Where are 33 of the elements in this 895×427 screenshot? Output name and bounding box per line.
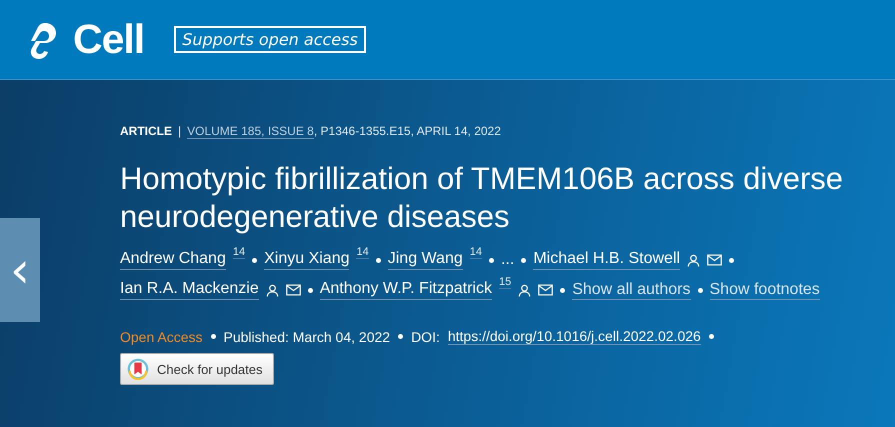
show-link[interactable]: Show all authors xyxy=(572,280,690,300)
issue-link[interactable]: VOLUME 185, ISSUE 8 xyxy=(187,124,314,139)
affiliation-number[interactable]: 14 xyxy=(232,246,246,259)
open-access-label: Open Access xyxy=(120,328,202,344)
author-link[interactable]: Andrew Chang xyxy=(120,250,226,270)
separator: | xyxy=(178,124,182,138)
mail-icon[interactable] xyxy=(286,284,301,296)
show-link[interactable]: Show footnotes xyxy=(710,280,820,300)
affiliation-number[interactable]: 14 xyxy=(356,246,369,259)
affiliation-number[interactable]: 15 xyxy=(498,276,512,289)
bookmark-icon xyxy=(127,358,149,380)
author-link[interactable]: Ian R.A. Mackenzie xyxy=(120,280,259,300)
doi-label: DOI: xyxy=(411,328,440,344)
journal-logo-text: Cell xyxy=(73,16,144,63)
article-title: Homotypic fibrillization of TMEM106B across diverse neurodegenerative diseases xyxy=(120,160,844,236)
author-link[interactable]: Xinyu Xiang xyxy=(264,250,350,270)
published-date: Published: March 04, 2022 xyxy=(224,328,390,344)
check-updates-button[interactable]: Check for updates xyxy=(120,353,274,385)
mail-icon[interactable] xyxy=(538,284,554,296)
ellipsis: ... xyxy=(500,251,514,269)
open-access-badge: Supports open access xyxy=(174,26,366,53)
previous-button[interactable]: ‹ xyxy=(0,218,40,322)
author-link[interactable]: Anthony W.P. Fitzpatrick xyxy=(320,280,492,300)
mail-icon[interactable] xyxy=(707,254,722,266)
person-icon[interactable] xyxy=(518,284,532,296)
affiliation-number[interactable]: 14 xyxy=(470,246,482,259)
pages-date: , P1346-1355.E15, APRIL 14, 2022 xyxy=(314,124,501,138)
author-link[interactable]: Michael H.B. Stowell xyxy=(533,250,680,270)
article-type: ARTICLE xyxy=(120,124,172,138)
person-icon[interactable] xyxy=(266,284,279,296)
person-icon[interactable] xyxy=(687,254,700,266)
doi-link[interactable]: https://doi.org/10.1016/j.cell.2022.02.026 xyxy=(448,328,701,345)
author-link[interactable]: Jing Wang xyxy=(388,250,463,270)
